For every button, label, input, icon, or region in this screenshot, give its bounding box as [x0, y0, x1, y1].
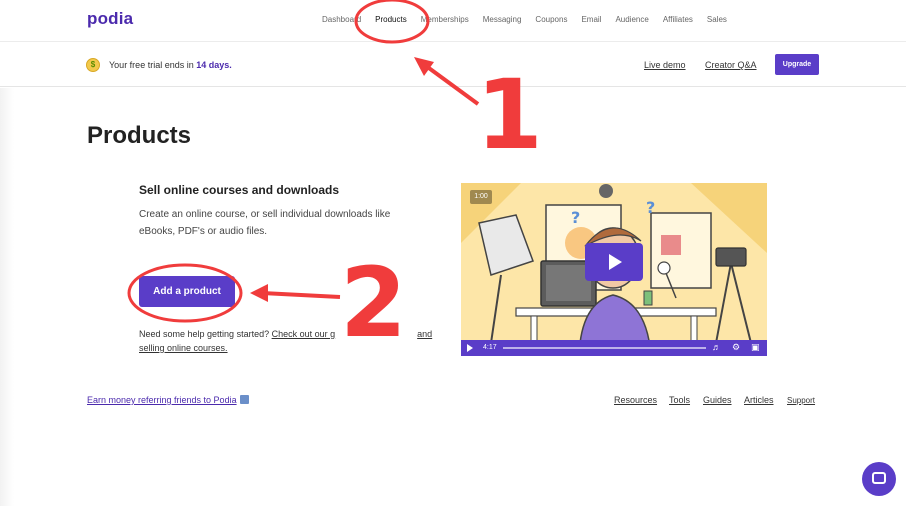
nav-email[interactable]: Email — [581, 15, 601, 24]
help-guide-link-end[interactable]: and — [417, 329, 432, 339]
refer-friends-label: Earn money referring friends to Podia — [87, 395, 237, 405]
video-duration-badge: 1:00 — [470, 190, 492, 204]
page-title: Products — [87, 122, 192, 149]
top-navigation-bar: podia Dashboard Products Memberships Mes… — [0, 0, 906, 42]
footer-support-link[interactable]: Support — [787, 396, 815, 405]
trial-days: 14 days. — [196, 60, 232, 70]
control-play-icon[interactable] — [467, 344, 473, 352]
upgrade-button[interactable]: Upgrade — [775, 54, 819, 75]
play-icon — [609, 254, 622, 270]
nav-coupons[interactable]: Coupons — [535, 15, 567, 24]
nav-memberships[interactable]: Memberships — [421, 15, 469, 24]
footer-guides-link[interactable]: Guides — [703, 395, 732, 405]
arrow-2-line — [261, 291, 341, 299]
chat-icon — [872, 472, 886, 484]
footer-tools-link[interactable]: Tools — [669, 395, 690, 405]
fullscreen-icon[interactable]: ▣ — [751, 342, 760, 353]
svg-text:?: ? — [571, 208, 580, 227]
help-guide-link-line2[interactable]: selling online courses. — [139, 343, 228, 353]
video-time: 4:17 — [483, 344, 497, 351]
volume-icon[interactable]: ♬ — [712, 342, 721, 352]
footer-articles-link[interactable]: Articles — [744, 395, 774, 405]
arrow-2-head — [250, 284, 268, 302]
settings-gear-icon[interactable]: ⚙ — [732, 342, 740, 353]
trial-prefix: Your free trial ends in — [109, 60, 194, 70]
nav-affiliates[interactable]: Affiliates — [663, 15, 693, 24]
nav-sales[interactable]: Sales — [707, 15, 727, 24]
money-face-icon: $ — [86, 58, 100, 72]
left-edge-shadow — [0, 88, 14, 506]
refer-friends-link[interactable]: Earn money referring friends to Podia — [87, 395, 249, 405]
video-progress-track[interactable] — [503, 347, 706, 349]
podia-logo[interactable]: podia — [87, 9, 133, 29]
creator-qa-link[interactable]: Creator Q&A — [705, 60, 757, 70]
nav-products[interactable]: Products — [375, 15, 407, 24]
help-prefix: Need some help getting started? — [139, 329, 270, 339]
help-text: Need some help getting started? Check ou… — [139, 327, 439, 355]
section-title: Sell online courses and downloads — [139, 183, 340, 197]
live-demo-link[interactable]: Live demo — [644, 60, 686, 70]
footer-resources-link[interactable]: Resources — [614, 395, 657, 405]
external-link-icon — [239, 395, 249, 404]
nav-audience[interactable]: Audience — [615, 15, 648, 24]
section-description: Create an online course, or sell individ… — [139, 209, 391, 237]
help-guide-link[interactable]: Check out our g — [272, 329, 336, 339]
main-nav: Dashboard Products Memberships Messaging… — [322, 15, 741, 24]
nav-messaging[interactable]: Messaging — [483, 15, 522, 24]
trial-message: Your free trial ends in 14 days. — [109, 60, 232, 70]
svg-text:?: ? — [646, 198, 655, 217]
add-product-button[interactable]: Add a product — [139, 276, 235, 307]
nav-dashboard[interactable]: Dashboard — [322, 15, 361, 24]
